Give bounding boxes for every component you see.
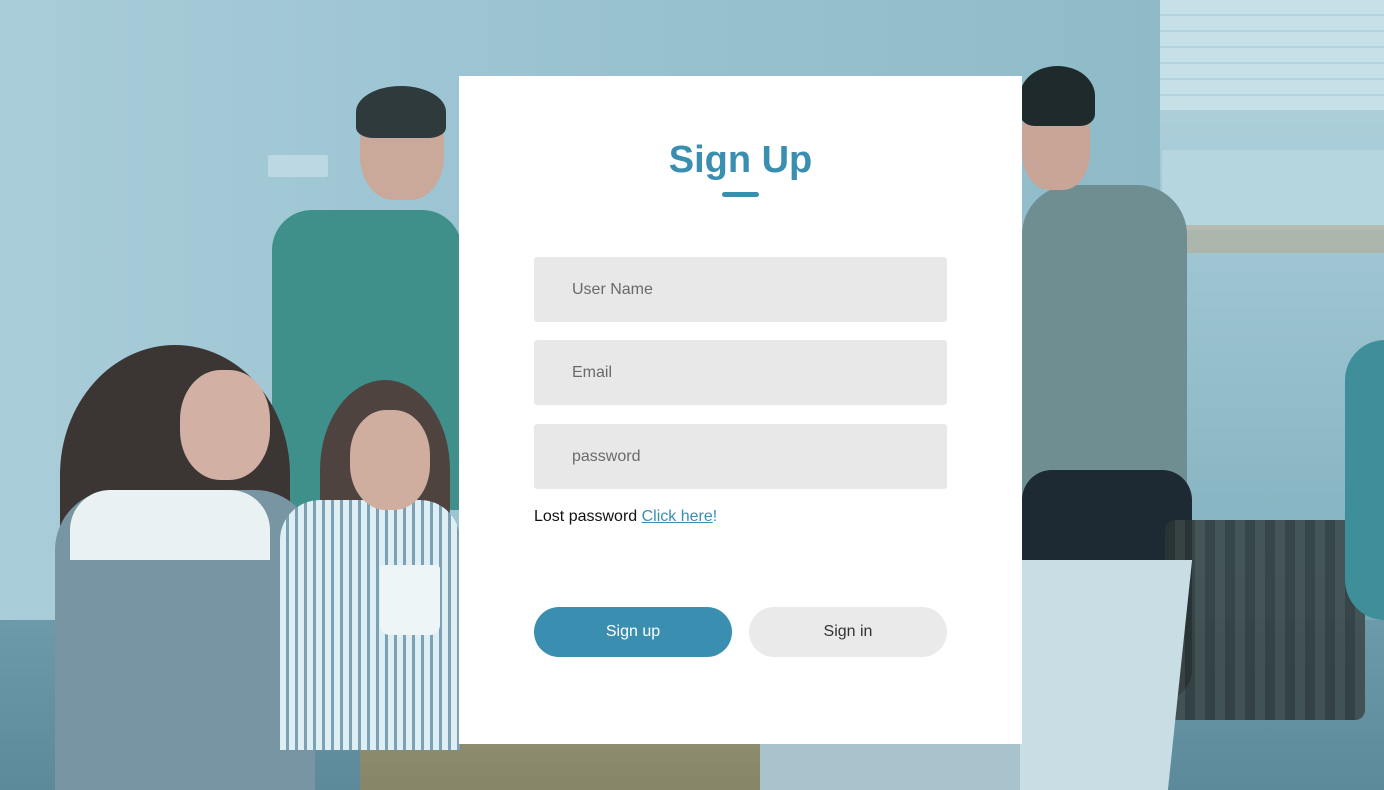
- page-title: Sign Up: [668, 139, 813, 181]
- background-mug: [380, 565, 440, 635]
- background-laptop: [997, 560, 1193, 790]
- background-person-edge: [1345, 340, 1384, 620]
- background-wall-switch: [268, 155, 328, 177]
- username-field[interactable]: [534, 257, 947, 322]
- signup-card: Sign Up Lost password Click here! Sign u…: [459, 76, 1022, 744]
- lost-password-link[interactable]: Click here: [642, 508, 713, 525]
- background-chair: [1165, 520, 1365, 720]
- background-laptop-keyboard: [760, 740, 1020, 790]
- email-field[interactable]: [534, 340, 947, 405]
- background-person-seated-middle-face: [350, 410, 430, 510]
- background-person-standing-hair: [356, 86, 446, 138]
- password-field[interactable]: [534, 424, 947, 489]
- lost-password-suffix: !: [712, 508, 718, 525]
- lost-password-row: Lost password Click here!: [534, 508, 717, 526]
- lost-password-label: Lost password: [534, 508, 642, 525]
- background-person-seated-left-shirt: [70, 490, 270, 560]
- background-person-right-hair: [1020, 66, 1095, 126]
- page-background: Sign Up Lost password Click here! Sign u…: [0, 0, 1384, 790]
- title-underline: [722, 192, 759, 197]
- background-person-seated-left-face: [180, 370, 270, 480]
- background-ac-panel: [1162, 150, 1384, 230]
- background-curtain: [1165, 225, 1384, 253]
- sign-in-button[interactable]: Sign in: [749, 607, 947, 657]
- background-person-right-body: [1022, 185, 1187, 505]
- background-ac-unit: [1160, 0, 1384, 110]
- sign-up-button[interactable]: Sign up: [534, 607, 732, 657]
